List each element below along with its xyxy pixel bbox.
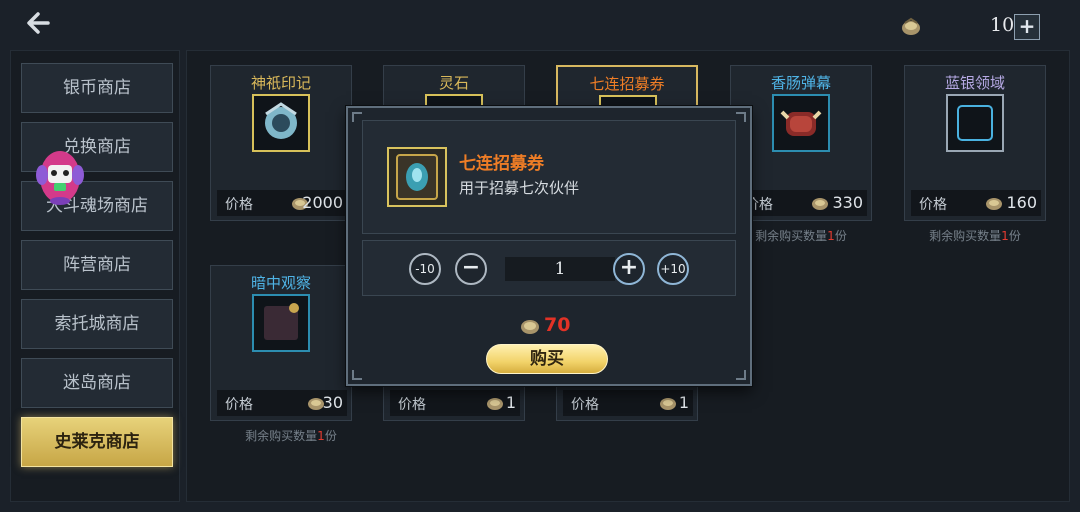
price-bar: 价格 160 <box>911 190 1041 216</box>
coin-pouch-icon <box>521 320 539 334</box>
sidebar-item-island-shop[interactable]: 迷岛商店 <box>21 358 173 408</box>
coin-pouch-icon <box>812 198 828 210</box>
item-name: 香肠弹幕 <box>770 74 831 92</box>
item-price: 160 <box>1006 193 1037 212</box>
price-label: 价格 <box>398 397 426 413</box>
price-bar: 价格 2000 <box>217 190 347 216</box>
total-price: 70 <box>544 314 571 336</box>
item-name: 神祇印记 <box>250 74 311 92</box>
item-price: 330 <box>832 193 863 212</box>
price-label: 价格 <box>225 197 253 213</box>
item-name: 灵石 <box>438 74 469 92</box>
dialog-item-description: 用于招募七次伙伴 <box>459 179 580 197</box>
item-price: 1 <box>505 393 516 412</box>
recruit-ticket-icon <box>387 147 447 207</box>
shop-sidebar: 银币商店 兑换商店 大斗魂场商店 阵营商店 索托城商店 迷岛商店 史莱克商店 <box>10 50 180 502</box>
increment-button[interactable]: + <box>613 253 645 285</box>
price-bar: 价格 330 <box>737 190 867 216</box>
shop-item-card[interactable]: 暗中观察 价格 30 <box>210 265 352 421</box>
coin-pouch-icon <box>986 198 1002 210</box>
quantity-input[interactable]: 1 <box>505 257 615 281</box>
sidebar-item-sotocity-shop[interactable]: 索托城商店 <box>21 299 173 349</box>
shop-item-card[interactable]: 蓝银领域 价格 160 <box>904 65 1046 221</box>
dark-observe-icon <box>252 294 310 352</box>
item-info-panel: 七连招募券 用于招募七次伙伴 <box>362 120 736 234</box>
currency-amount: 10 <box>990 14 1015 36</box>
sausage-barrage-icon <box>772 94 830 152</box>
coin-pouch-icon <box>487 398 503 410</box>
purchase-dialog: 七连招募券 用于招募七次伙伴 -10 − 1 + +10 70 购买 <box>346 106 752 386</box>
back-arrow-icon[interactable] <box>22 6 56 40</box>
sidebar-item-silver-shop[interactable]: 银币商店 <box>21 63 173 113</box>
divine-mark-icon <box>252 94 310 152</box>
mascot-icon[interactable] <box>36 145 84 207</box>
coin-pouch-icon <box>660 398 676 410</box>
remaining-purchases: 剩余购买数量1份 <box>245 429 337 443</box>
remaining-purchases: 剩余购买数量1份 <box>929 229 1021 243</box>
decrement-button[interactable]: − <box>455 253 487 285</box>
item-name: 七连招募券 <box>589 75 665 93</box>
item-price: 30 <box>322 393 343 412</box>
price-bar: 价格 1 <box>390 390 520 416</box>
item-name: 暗中观察 <box>250 274 311 292</box>
price-bar: 价格 30 <box>217 390 347 416</box>
item-name: 蓝银领域 <box>944 74 1005 92</box>
item-price: 1 <box>678 393 689 412</box>
minus-10-button[interactable]: -10 <box>409 253 441 285</box>
price-label: 价格 <box>225 397 253 413</box>
coin-pouch-icon <box>902 17 920 35</box>
item-price: 2000 <box>302 193 343 212</box>
dialog-item-name: 七连招募券 <box>459 154 544 174</box>
price-label: 价格 <box>571 397 599 413</box>
blue-silver-domain-icon <box>946 94 1004 152</box>
add-currency-button[interactable]: + <box>1014 14 1040 40</box>
plus-10-button[interactable]: +10 <box>657 253 689 285</box>
price-bar: 价格 1 <box>563 390 693 416</box>
sidebar-item-faction-shop[interactable]: 阵营商店 <box>21 240 173 290</box>
price-label: 价格 <box>919 197 947 213</box>
sidebar-item-shrek-shop[interactable]: 史莱克商店 <box>21 417 173 467</box>
quantity-stepper: -10 − 1 + +10 <box>362 240 736 296</box>
shop-item-card[interactable]: 神祇印记 价格 2000 <box>210 65 352 221</box>
buy-button[interactable]: 购买 <box>486 344 608 374</box>
